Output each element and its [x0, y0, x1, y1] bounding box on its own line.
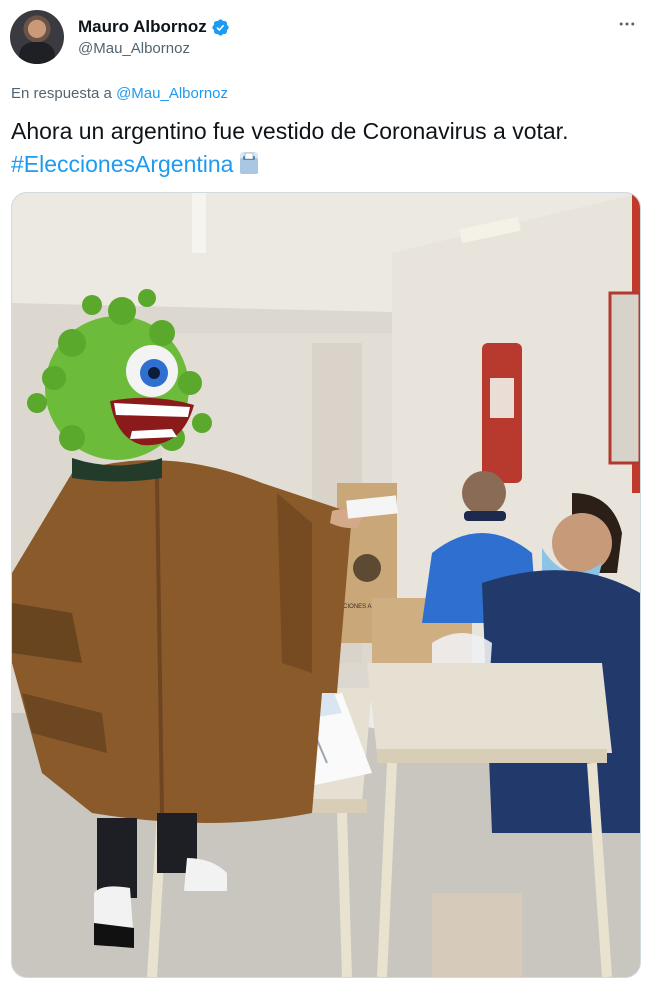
tweet-body: Ahora un argentino fue vestido de Corona…: [11, 118, 569, 144]
display-name[interactable]: Mauro Albornoz: [78, 17, 207, 37]
handle[interactable]: @Mau_Albornoz: [78, 40, 190, 57]
reply-mention-link[interactable]: @Mau_Albornoz: [116, 85, 228, 102]
reply-context: En respuesta a @Mau_Albornoz: [11, 85, 228, 102]
reply-prefix: En respuesta a: [11, 85, 112, 102]
more-options-icon[interactable]: [615, 12, 639, 36]
tweet: Mauro Albornoz @Mau_Albornoz En respuest…: [0, 0, 653, 992]
tweet-photo[interactable]: ELECCIONES ARGENTINAS: [11, 192, 641, 978]
tweet-header: Mauro Albornoz @Mau_Albornoz: [10, 10, 643, 66]
photo-illustration: ELECCIONES ARGENTINAS: [12, 193, 640, 977]
tweet-text: Ahora un argentino fue vestido de Corona…: [11, 115, 641, 181]
avatar[interactable]: [10, 10, 64, 64]
hashtag-link[interactable]: #EleccionesArgentina: [11, 151, 233, 177]
ballot-box-icon: [237, 150, 261, 176]
name-row: Mauro Albornoz: [78, 16, 230, 38]
verified-badge-icon: [211, 18, 230, 37]
avatar-shirt: [19, 42, 55, 64]
